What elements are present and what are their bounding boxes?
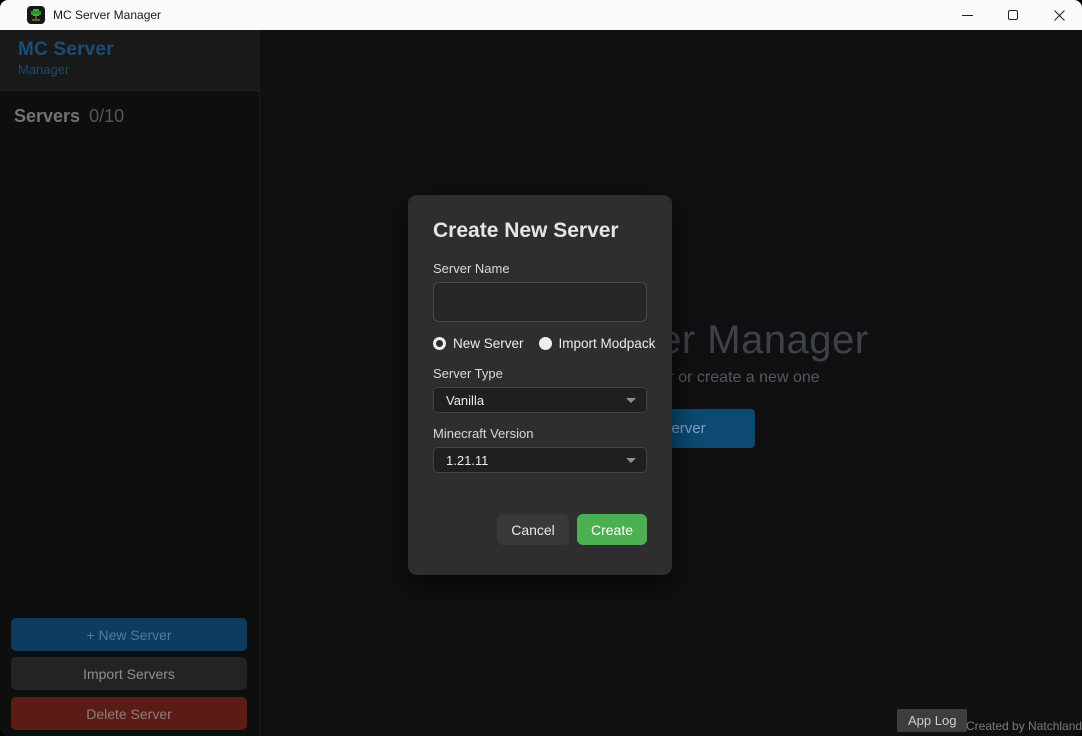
mode-radio-row: New Server Import Modpack [433,336,647,351]
minimize-icon [962,15,973,16]
servers-label: Servers [14,106,80,127]
app-logo-line1: MC Server [18,39,259,61]
minecraft-version-value: 1.21.11 [446,453,626,468]
server-name-input[interactable] [433,282,647,322]
dialog-title: Create New Server [433,219,647,243]
server-type-value: Vanilla [446,393,626,408]
servers-count: 0/10 [89,106,124,127]
credit-text: Created by Natchland [966,719,1082,733]
create-server-dialog: Create New Server Server Name New Server… [408,195,672,575]
sidebar-delete-server-button[interactable]: Delete Server [11,697,247,730]
radio-import-modpack-label: Import Modpack [559,336,656,351]
radio-unselected-icon [539,337,552,350]
maximize-icon [1008,10,1018,20]
radio-import-modpack[interactable]: Import Modpack [539,336,656,351]
app-icon [27,6,45,24]
radio-new-server[interactable]: New Server [433,336,524,351]
radio-new-server-label: New Server [453,336,524,351]
app-logo: MC Server Manager [0,30,259,91]
chevron-down-icon [626,398,636,403]
sidebar-new-server-button[interactable]: + New Server [11,618,247,651]
close-button[interactable] [1036,0,1082,30]
window-controls [944,0,1082,30]
chevron-down-icon [626,458,636,463]
dialog-footer: Cancel Create [433,514,647,545]
servers-header: Servers 0/10 [14,106,124,127]
sidebar: MC Server Manager Servers 0/10 + New Ser… [0,30,260,736]
minecraft-version-select[interactable]: 1.21.11 [433,447,647,473]
titlebar: MC Server Manager [0,0,1082,30]
server-name-label: Server Name [433,261,647,276]
app-logo-line2: Manager [18,62,259,77]
minimize-button[interactable] [944,0,990,30]
sidebar-import-servers-button[interactable]: Import Servers [11,657,247,690]
cancel-button[interactable]: Cancel [497,514,569,545]
minecraft-version-label: Minecraft Version [433,426,647,441]
maximize-button[interactable] [990,0,1036,30]
server-type-label: Server Type [433,366,647,381]
close-icon [1054,10,1065,21]
radio-selected-icon [433,337,446,350]
create-button[interactable]: Create [577,514,647,545]
window-title: MC Server Manager [53,0,161,30]
app-log-button[interactable]: App Log [897,709,967,732]
server-type-select[interactable]: Vanilla [433,387,647,413]
app-window: MC Server Manager MC Server Manager Serv… [0,0,1082,736]
